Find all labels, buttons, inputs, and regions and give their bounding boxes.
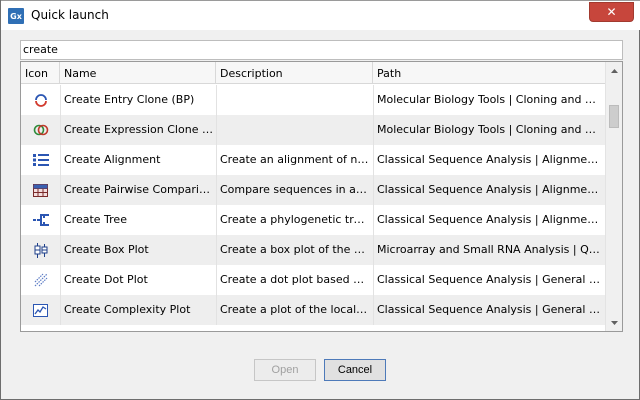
- row-path: Classical Sequence Analysis | Alignments…: [373, 205, 605, 235]
- row-description: Create a plot of the local co…: [216, 295, 373, 325]
- box-plot-icon: [21, 235, 60, 265]
- scroll-down-icon[interactable]: [606, 314, 622, 331]
- close-button[interactable]: ✕: [589, 2, 634, 22]
- row-description: [216, 85, 373, 115]
- row-path: Microarray and Small RNA Analysis | Qual…: [373, 235, 605, 265]
- table-row[interactable]: Create Entry Clone (BP) Molecular Biolog…: [21, 85, 606, 115]
- window-title: Quick launch: [31, 8, 109, 22]
- row-name: Create Tree: [60, 205, 216, 235]
- table-row[interactable]: Create Pairwise Comparison Compare seque…: [21, 175, 606, 205]
- row-path: Classical Sequence Analysis | Alignments…: [373, 175, 605, 205]
- table-row[interactable]: Create Complexity Plot Create a plot of …: [21, 295, 606, 325]
- scroll-up-icon[interactable]: [606, 62, 622, 79]
- tool-table: Icon Name Description Path Create Entry …: [20, 61, 623, 332]
- table-row[interactable]: Create Expression Clone (LR) Molecular B…: [21, 115, 606, 145]
- dot-plot-icon: [21, 265, 60, 295]
- row-description: Compare sequences in an ali…: [216, 175, 373, 205]
- row-name: Create Dot Plot: [60, 265, 216, 295]
- tree-icon: [21, 205, 60, 235]
- complexity-plot-icon: [21, 295, 60, 325]
- row-description: Create an alignment of nucle…: [216, 145, 373, 175]
- row-path: Molecular Biology Tools | Cloning and Re…: [373, 85, 605, 115]
- app-icon: Gx: [8, 8, 24, 24]
- row-description: Create a phylogenetic tree b…: [216, 205, 373, 235]
- vertical-scrollbar[interactable]: [605, 62, 622, 331]
- table-row[interactable]: Create Box Plot Create a box plot of the…: [21, 235, 606, 265]
- row-name: Create Entry Clone (BP): [60, 85, 216, 115]
- table-row[interactable]: Create Dot Plot Create a dot plot based …: [21, 265, 606, 295]
- pairwise-comparison-icon: [21, 175, 60, 205]
- alignment-icon: [21, 145, 60, 175]
- close-icon: ✕: [606, 5, 617, 19]
- quick-launch-dialog: Gx Quick launch ✕ create Icon Name Descr…: [0, 0, 640, 400]
- row-description: [216, 115, 373, 145]
- row-path: Molecular Biology Tools | Cloning and Re…: [373, 115, 605, 145]
- scrollbar-thumb[interactable]: [609, 105, 619, 128]
- row-path: Classical Sequence Analysis | Alignments…: [373, 145, 605, 175]
- row-name: Create Complexity Plot: [60, 295, 216, 325]
- column-header-name[interactable]: Name: [60, 62, 216, 84]
- entry-clone-icon: [21, 85, 60, 115]
- row-name: Create Box Plot: [60, 235, 216, 265]
- column-header-icon[interactable]: Icon: [21, 62, 60, 84]
- cancel-button[interactable]: Cancel: [324, 359, 386, 381]
- column-header-description[interactable]: Description: [216, 62, 373, 84]
- expression-clone-icon: [21, 115, 60, 145]
- table-row[interactable]: Create Alignment Create an alignment of …: [21, 145, 606, 175]
- open-button[interactable]: Open: [254, 359, 316, 381]
- table-row[interactable]: Create Tree Create a phylogenetic tree b…: [21, 205, 606, 235]
- row-path: Classical Sequence Analysis | General Se…: [373, 265, 605, 295]
- column-header-path[interactable]: Path: [373, 62, 605, 84]
- row-path: Classical Sequence Analysis | General Se…: [373, 295, 605, 325]
- table-body: Create Entry Clone (BP) Molecular Biolog…: [21, 85, 606, 325]
- row-description: Create a box plot of the valu…: [216, 235, 373, 265]
- row-name: Create Alignment: [60, 145, 216, 175]
- row-description: Create a dot plot based on o…: [216, 265, 373, 295]
- table-header: Icon Name Description Path: [21, 62, 606, 84]
- row-name: Create Pairwise Comparison: [60, 175, 216, 205]
- search-input[interactable]: create: [20, 40, 623, 60]
- title-bar[interactable]: Gx Quick launch ✕: [1, 0, 640, 30]
- row-name: Create Expression Clone (LR): [60, 115, 216, 145]
